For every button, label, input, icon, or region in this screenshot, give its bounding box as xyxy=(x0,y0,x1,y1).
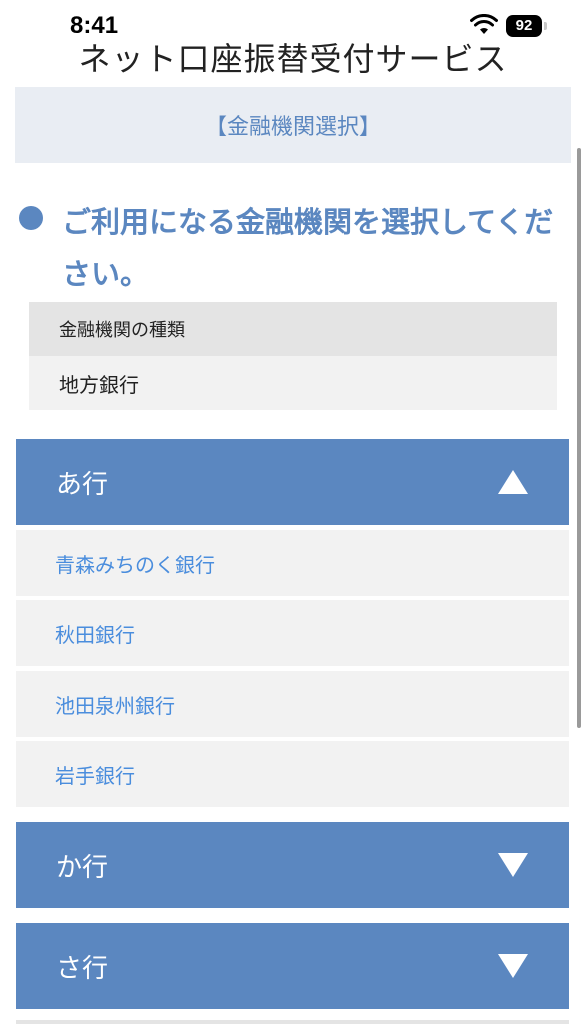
page: 8:41 92 ネット口座振替受付サービス 【金融機関選択】 ご利用になる金融機… xyxy=(0,0,586,1024)
triangle-down-icon xyxy=(498,954,528,978)
prompt-text: ご利用になる金融機関を選択してください。 xyxy=(62,205,554,291)
group-header-a[interactable]: あ行 xyxy=(16,439,569,525)
bank-item[interactable]: 岩手銀行 xyxy=(16,741,569,807)
institution-type-value: 地方銀行 xyxy=(29,356,557,410)
bank-item[interactable]: 青森みちのく銀行 xyxy=(16,530,569,596)
scrollbar[interactable] xyxy=(577,148,581,728)
bank-item[interactable]: 池田泉州銀行 xyxy=(16,671,569,737)
triangle-down-icon xyxy=(498,853,528,877)
wifi-icon xyxy=(470,14,498,34)
bank-item[interactable]: 秋田銀行 xyxy=(16,600,569,666)
group-label: あ行 xyxy=(56,469,109,500)
triangle-up-icon xyxy=(498,470,528,494)
group-header-ka[interactable]: か行 xyxy=(16,822,569,908)
group-label: か行 xyxy=(56,852,109,883)
bullet-icon xyxy=(19,206,43,230)
app-title: ネット口座振替受付サービス xyxy=(78,40,508,78)
group-label: さ行 xyxy=(56,953,109,984)
group-header-sa[interactable]: さ行 xyxy=(16,923,569,1009)
battery-nub xyxy=(544,22,547,30)
institution-type-label: 金融機関の種類 xyxy=(29,302,557,356)
institution-type-box: 金融機関の種類 地方銀行 xyxy=(29,302,557,410)
section-header: 【金融機関選択】 xyxy=(15,87,571,163)
next-item-edge xyxy=(16,1020,569,1024)
